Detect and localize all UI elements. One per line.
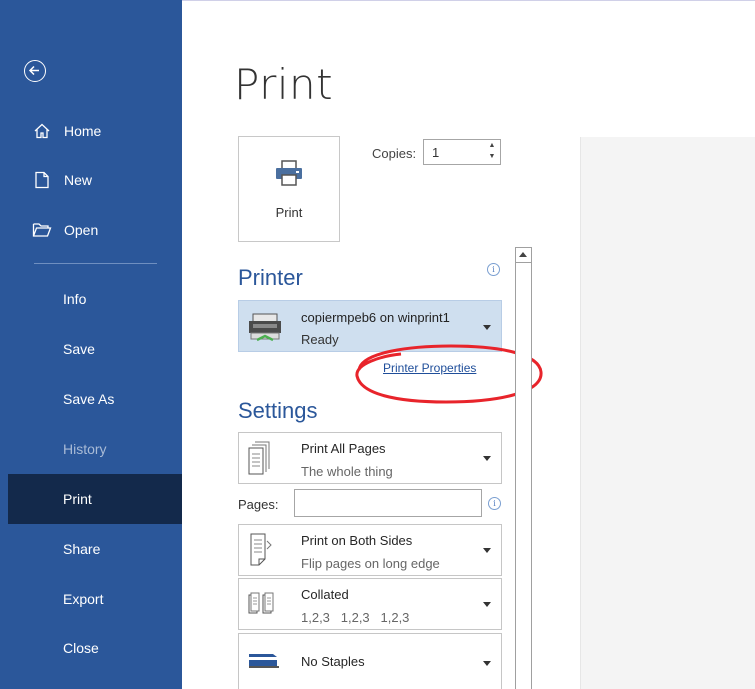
sidebar-item-label: History xyxy=(63,441,107,457)
sidebar-item-open[interactable]: Open xyxy=(0,205,182,255)
sidebar-item-info[interactable]: Info xyxy=(0,274,182,324)
sidebar-item-save[interactable]: Save xyxy=(0,324,182,374)
chevron-down-icon xyxy=(483,325,491,330)
back-arrow-icon xyxy=(28,65,39,76)
collation-subtitle: 1,2,3 1,2,3 1,2,3 xyxy=(301,610,410,625)
home-icon xyxy=(32,121,52,141)
stapler-icon xyxy=(249,654,279,668)
settings-scrollbar[interactable] xyxy=(515,247,532,689)
print-button-label: Print xyxy=(275,205,303,220)
chevron-down-icon xyxy=(483,456,491,461)
sidebar-item-home[interactable]: Home xyxy=(0,106,182,156)
staples-dropdown[interactable]: No Staples xyxy=(238,633,502,689)
chevron-down-icon xyxy=(483,602,491,607)
new-document-icon xyxy=(32,170,52,190)
collated-pages-icon xyxy=(248,592,274,614)
pages-input[interactable] xyxy=(294,489,482,517)
chevron-down-icon xyxy=(483,661,491,666)
sidebar-item-share[interactable]: Share xyxy=(0,524,182,574)
sidebar-item-close[interactable]: Close xyxy=(0,623,182,673)
print-button[interactable]: Print xyxy=(238,136,340,242)
back-button[interactable] xyxy=(24,60,46,82)
window-top-border xyxy=(182,0,755,5)
chevron-down-icon xyxy=(483,548,491,553)
pages-label: Pages: xyxy=(238,497,279,512)
sidebar-item-label: Info xyxy=(63,291,87,307)
copies-label: Copies: xyxy=(372,146,417,161)
copies-spinner[interactable]: 1 ▲ ▼ xyxy=(423,139,501,165)
copies-value[interactable]: 1 xyxy=(432,145,439,160)
printer-name: copiermpeb6 on winprint1 xyxy=(301,310,450,325)
sidebar-item-label: Home xyxy=(64,123,102,139)
print-range-subtitle: The whole thing xyxy=(301,464,393,479)
print-range-title: Print All Pages xyxy=(301,441,386,456)
printer-status: Ready xyxy=(301,332,339,347)
sidebar-item-print[interactable]: Print xyxy=(8,474,182,524)
sidebar-item-label: Print xyxy=(63,491,92,507)
collation-dropdown[interactable]: Collated 1,2,3 1,2,3 1,2,3 xyxy=(238,578,502,630)
collation-title: Collated xyxy=(301,587,349,602)
sidebar-item-label: Share xyxy=(63,541,101,557)
folder-open-icon xyxy=(32,220,52,240)
print-preview-area xyxy=(580,137,755,689)
sidebar-item-label: Close xyxy=(63,640,99,656)
printer-icon xyxy=(276,160,302,186)
sidebar-item-export[interactable]: Export xyxy=(0,574,182,624)
sidebar-item-label: Save xyxy=(63,341,95,357)
sidebar-item-label: Save As xyxy=(63,391,115,407)
scroll-up-arrow-icon[interactable] xyxy=(516,248,531,263)
increment-arrow-icon[interactable]: ▲ xyxy=(487,141,497,151)
pages-info-icon[interactable]: i xyxy=(488,497,501,510)
sidebar-item-new[interactable]: New xyxy=(0,155,182,205)
staples-title: No Staples xyxy=(301,654,365,669)
sidebar-item-label: Open xyxy=(64,222,99,238)
page-title: Print xyxy=(234,60,334,109)
sidebar-item-save-as[interactable]: Save As xyxy=(0,374,182,424)
sidebar-divider xyxy=(34,263,157,264)
printer-info-icon[interactable]: i xyxy=(487,263,500,276)
print-range-dropdown[interactable]: Print All Pages The whole thing xyxy=(238,432,502,484)
decrement-arrow-icon[interactable]: ▼ xyxy=(487,152,497,162)
duplex-page-icon xyxy=(250,533,272,566)
settings-section-title: Settings xyxy=(238,398,318,423)
sidebar-item-history: History xyxy=(0,424,182,474)
network-printer-icon xyxy=(249,313,281,342)
sidebar-item-label: New xyxy=(64,172,93,188)
backstage-sidebar: Home New Open Info Save Save As History … xyxy=(0,0,182,689)
duplex-dropdown[interactable]: Print on Both Sides Flip pages on long e… xyxy=(238,524,502,576)
sidebar-item-label: Export xyxy=(63,591,104,607)
duplex-subtitle: Flip pages on long edge xyxy=(301,556,440,571)
printer-section-title: Printer xyxy=(238,265,303,290)
pages-stack-icon xyxy=(248,441,270,475)
duplex-title: Print on Both Sides xyxy=(301,533,413,548)
